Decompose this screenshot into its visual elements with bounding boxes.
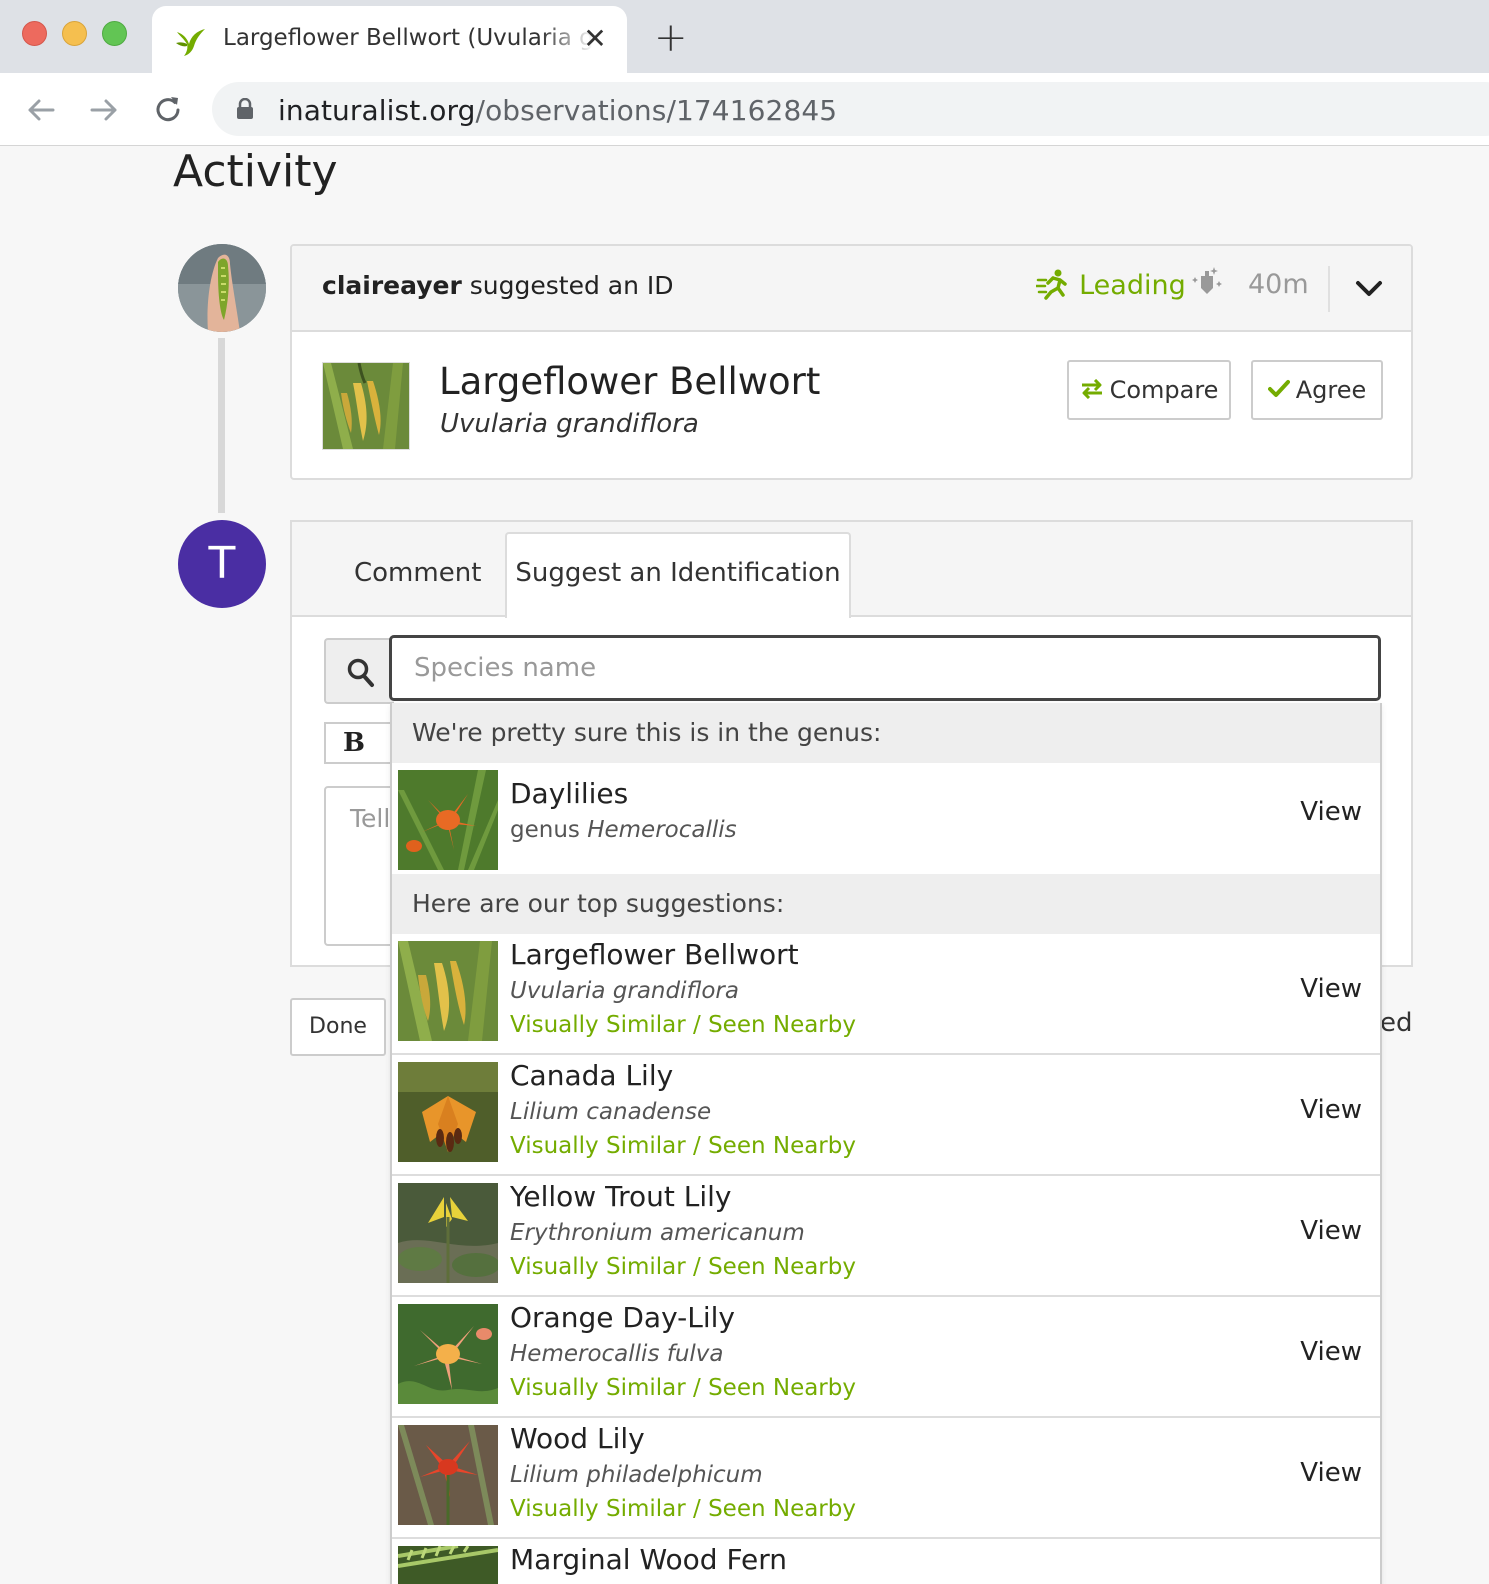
genus-suggestion[interactable]: Daylilies genus Hemerocallis View xyxy=(392,763,1380,874)
page-content: Activity T claireayer suggested an ID Le… xyxy=(0,146,1489,1584)
suggestion-common-name: Wood Lily xyxy=(510,1422,645,1455)
suggestion-common-name: Canada Lily xyxy=(510,1059,674,1092)
search-icon xyxy=(347,658,374,687)
identification-time: 40m xyxy=(1248,269,1309,300)
address-bar[interactable]: inaturalist.org/observations/174162845 xyxy=(212,82,1489,136)
taxon-scientific-name: Uvularia grandiflora xyxy=(440,409,699,439)
yellow-trout-lily-photo xyxy=(398,1183,498,1283)
partially-hidden-text: ed xyxy=(1380,1008,1413,1038)
agree-button[interactable]: Agree xyxy=(1251,360,1383,420)
suggestion-scientific-name: Lilium canadense xyxy=(510,1099,712,1125)
genus-rank: genus xyxy=(510,817,580,843)
species-suggestions-dropdown: We're pretty sure this is in the genus: … xyxy=(390,703,1382,1584)
suggestion-item[interactable]: Orange Day-Lily Hemerocallis fulva Visua… xyxy=(392,1297,1380,1418)
url-path: /observations/174162845 xyxy=(475,94,838,127)
browser-tab-title: Largeflower Bellwort (Uvularia grandiflo… xyxy=(223,25,593,51)
suggestion-item[interactable]: Canada Lily Lilium canadense Visually Si… xyxy=(392,1055,1380,1176)
url-text: inaturalist.org/observations/174162845 xyxy=(278,94,837,127)
orange-day-lily-photo xyxy=(398,1304,498,1404)
genus-name: Hemerocallis xyxy=(587,817,737,843)
browser-tabstrip: Largeflower Bellwort (Uvularia grandiflo… xyxy=(0,0,1489,73)
new-tab-icon[interactable]: + xyxy=(654,18,688,58)
timeline-connector xyxy=(218,338,225,513)
identification-header: claireayer suggested an ID Leading 40m xyxy=(292,246,1411,332)
computer-vision-icon xyxy=(1192,267,1222,294)
reload-icon[interactable] xyxy=(151,93,185,127)
close-tab-icon[interactable]: ✕ xyxy=(582,24,608,54)
bold-button[interactable]: B xyxy=(324,722,384,764)
identification-byline: claireayer suggested an ID xyxy=(322,271,674,300)
leading-label: Leading xyxy=(1079,269,1186,301)
suggestion-scientific-name: Erythronium americanum xyxy=(510,1220,805,1246)
chevron-down-icon[interactable] xyxy=(1354,274,1384,302)
current-user-avatar[interactable]: T xyxy=(178,520,266,608)
leading-status: Leading xyxy=(1036,268,1186,302)
avatar-photo xyxy=(178,244,266,332)
view-link[interactable]: View xyxy=(1300,1095,1362,1125)
suggestion-common-name: Marginal Wood Fern xyxy=(510,1543,788,1576)
daylilies-photo xyxy=(398,770,498,870)
comment-placeholder: Tell xyxy=(350,804,391,833)
canada-lily-photo xyxy=(398,1062,498,1162)
suggestion-reason: Visually Similar / Seen Nearby xyxy=(510,1133,856,1159)
browser-tab-active[interactable]: Largeflower Bellwort (Uvularia grandiflo… xyxy=(152,6,627,73)
view-link[interactable]: View xyxy=(1300,1458,1362,1488)
genus-common-name: Daylilies xyxy=(510,777,629,810)
back-arrow-icon[interactable] xyxy=(24,93,58,127)
compare-button[interactable]: Compare xyxy=(1067,360,1231,420)
compare-label: Compare xyxy=(1109,376,1219,404)
bellwort-photo xyxy=(398,941,498,1041)
inaturalist-bird-icon xyxy=(176,29,205,56)
suggestion-reason: Visually Similar / Seen Nearby xyxy=(510,1496,856,1522)
suggestions-section-heading: Here are our top suggestions: xyxy=(392,874,1380,934)
genus-scientific-name: genus Hemerocallis xyxy=(510,817,737,843)
url-host: inaturalist.org xyxy=(278,94,476,127)
suggestion-common-name: Largeflower Bellwort xyxy=(510,938,799,971)
tab-suggest-identification[interactable]: Suggest an Identification xyxy=(505,532,851,618)
forward-arrow-icon[interactable] xyxy=(87,93,121,127)
suggestion-reason: Visually Similar / Seen Nearby xyxy=(510,1012,856,1038)
suggestion-item[interactable]: Yellow Trout Lily Erythronium americanum… xyxy=(392,1176,1380,1297)
suggestion-reason: Visually Similar / Seen Nearby xyxy=(510,1254,856,1280)
checkmark-icon xyxy=(1267,380,1290,397)
suggestion-item[interactable]: Largeflower Bellwort Uvularia grandiflor… xyxy=(392,934,1380,1055)
suggestion-common-name: Yellow Trout Lily xyxy=(510,1180,732,1213)
suggestion-reason: Visually Similar / Seen Nearby xyxy=(510,1375,856,1401)
suggestion-item[interactable]: Wood Lily Lilium philadelphicum Visually… xyxy=(392,1418,1380,1539)
identifier-username[interactable]: claireayer xyxy=(322,271,462,300)
species-name-input[interactable] xyxy=(389,635,1381,701)
view-link[interactable]: View xyxy=(1300,974,1362,1004)
browser-navbar: inaturalist.org/observations/174162845 xyxy=(0,73,1489,146)
suggestion-scientific-name: Hemerocallis fulva xyxy=(510,1341,724,1367)
compare-arrows-icon xyxy=(1081,378,1102,400)
agree-label: Agree xyxy=(1295,376,1367,404)
suggestion-item[interactable]: Marginal Wood Fern xyxy=(392,1539,1380,1584)
taxon-photo[interactable] xyxy=(322,362,410,450)
taxon-common-name[interactable]: Largeflower Bellwort xyxy=(439,360,820,403)
view-link[interactable]: View xyxy=(1300,1216,1362,1246)
bellwort-photo xyxy=(323,362,409,449)
user-avatar-claireayer[interactable] xyxy=(178,244,266,332)
minimize-window-button[interactable] xyxy=(62,21,87,46)
tab-comment[interactable]: Comment xyxy=(354,558,481,588)
lock-icon xyxy=(237,98,253,119)
done-button[interactable]: Done xyxy=(290,998,386,1056)
maximize-window-button[interactable] xyxy=(102,21,127,46)
view-link[interactable]: View xyxy=(1300,1337,1362,1367)
header-divider xyxy=(1328,266,1330,312)
running-person-icon xyxy=(1036,269,1067,300)
suggestion-scientific-name: Uvularia grandiflora xyxy=(510,978,739,1004)
wood-lily-photo xyxy=(398,1425,498,1525)
genus-section-heading: We're pretty sure this is in the genus: xyxy=(392,703,1380,763)
identification-action: suggested an ID xyxy=(469,271,674,300)
suggestion-scientific-name: Lilium philadelphicum xyxy=(510,1462,763,1488)
identification-card: claireayer suggested an ID Leading 40m L… xyxy=(290,244,1413,480)
view-link[interactable]: View xyxy=(1300,797,1362,827)
search-addon xyxy=(324,638,394,704)
close-window-button[interactable] xyxy=(22,21,47,46)
suggestion-common-name: Orange Day-Lily xyxy=(510,1301,735,1334)
fern-photo xyxy=(398,1546,498,1584)
activity-heading: Activity xyxy=(173,146,338,197)
